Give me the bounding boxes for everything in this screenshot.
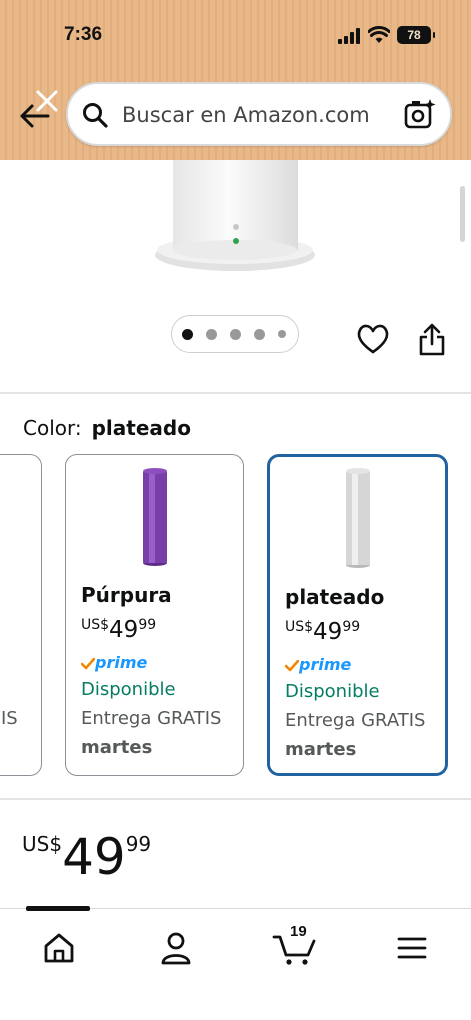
variant-name: plateado <box>285 585 385 609</box>
active-tab-indicator <box>26 906 90 911</box>
prime-badge: prime <box>284 655 352 674</box>
variant-name: Púrpura <box>81 583 172 607</box>
carousel-dot-active[interactable] <box>182 329 193 340</box>
home-icon[interactable] <box>34 927 84 967</box>
variant-price: US$4999 <box>285 619 360 645</box>
account-icon[interactable] <box>151 927 201 967</box>
cart-count-badge: 19 <box>290 923 307 940</box>
variant-price-fraction: 99 <box>342 619 361 635</box>
prime-text: prime <box>299 655 352 674</box>
section-divider <box>0 392 471 394</box>
status-time: 7:36 <box>64 24 103 45</box>
carousel-dot[interactable] <box>206 329 217 340</box>
variant-swatch-image <box>346 468 370 568</box>
color-selected-value: plateado <box>91 416 191 440</box>
prime-badge: prime <box>80 653 148 672</box>
section-divider <box>0 798 471 800</box>
search-icon <box>83 103 108 128</box>
variant-delivery-day: martes <box>285 739 357 760</box>
product-image <box>155 160 315 271</box>
vertical-scrollbar[interactable] <box>460 186 465 242</box>
variant-delivery: Entrega GRATIS <box>81 708 222 729</box>
color-variant-card[interactable]: IS <box>0 454 42 776</box>
camera-search-icon[interactable] <box>404 99 436 129</box>
bottom-tab-bar: 19 <box>0 906 471 1020</box>
main-price-whole: 49 <box>62 828 126 886</box>
back-arrow-icon[interactable] <box>16 88 66 132</box>
color-label-text: Color: <box>23 416 82 440</box>
variant-delivery: IS <box>1 708 18 729</box>
variant-price-whole: 49 <box>313 619 343 645</box>
header-bar: 7:36 78 Buscar en Amazon.com <box>0 0 471 160</box>
product-image-area[interactable] <box>0 160 471 392</box>
variant-availability: Disponible <box>285 681 380 702</box>
color-variant-card-selected[interactable]: plateado US$4999 prime Disponible Entreg… <box>267 454 448 776</box>
prime-text: prime <box>95 653 148 672</box>
app-screen: 7:36 78 Buscar en Amazon.com Color: plat… <box>0 0 471 1020</box>
battery-indicator: 78 <box>397 26 435 44</box>
share-icon[interactable] <box>418 323 446 357</box>
variant-price: US$4999 <box>81 617 156 643</box>
prime-check-icon <box>284 659 300 671</box>
carousel-dot[interactable] <box>278 330 286 338</box>
variant-price-currency: US$ <box>81 617 110 633</box>
main-price-currency: US$ <box>22 832 63 856</box>
menu-icon[interactable] <box>387 927 437 967</box>
carousel-dot[interactable] <box>230 329 241 340</box>
variant-delivery: Entrega GRATIS <box>285 710 426 731</box>
search-bar[interactable]: Buscar en Amazon.com <box>66 82 452 146</box>
search-input[interactable]: Buscar en Amazon.com <box>122 103 370 127</box>
variant-price-currency: US$ <box>285 619 314 635</box>
variant-price-fraction: 99 <box>138 617 157 633</box>
main-price: US$4999 <box>22 828 151 886</box>
heart-icon[interactable] <box>356 323 390 355</box>
variant-price-whole: 49 <box>109 617 139 643</box>
variant-swatch-image <box>143 468 167 566</box>
variant-availability: Disponible <box>81 679 176 700</box>
color-variant-card[interactable]: Púrpura US$4999 prime Disponible Entrega… <box>65 454 244 776</box>
color-selection-label: Color: plateado <box>23 416 191 440</box>
status-bar: 7:36 78 <box>0 22 471 50</box>
wifi-icon <box>368 26 390 43</box>
prime-check-icon <box>80 657 96 669</box>
main-price-fraction: 99 <box>125 832 152 856</box>
variant-delivery-day: martes <box>81 737 153 758</box>
image-carousel-indicator[interactable] <box>171 315 299 353</box>
signal-icon <box>338 28 360 44</box>
carousel-dot[interactable] <box>254 329 265 340</box>
